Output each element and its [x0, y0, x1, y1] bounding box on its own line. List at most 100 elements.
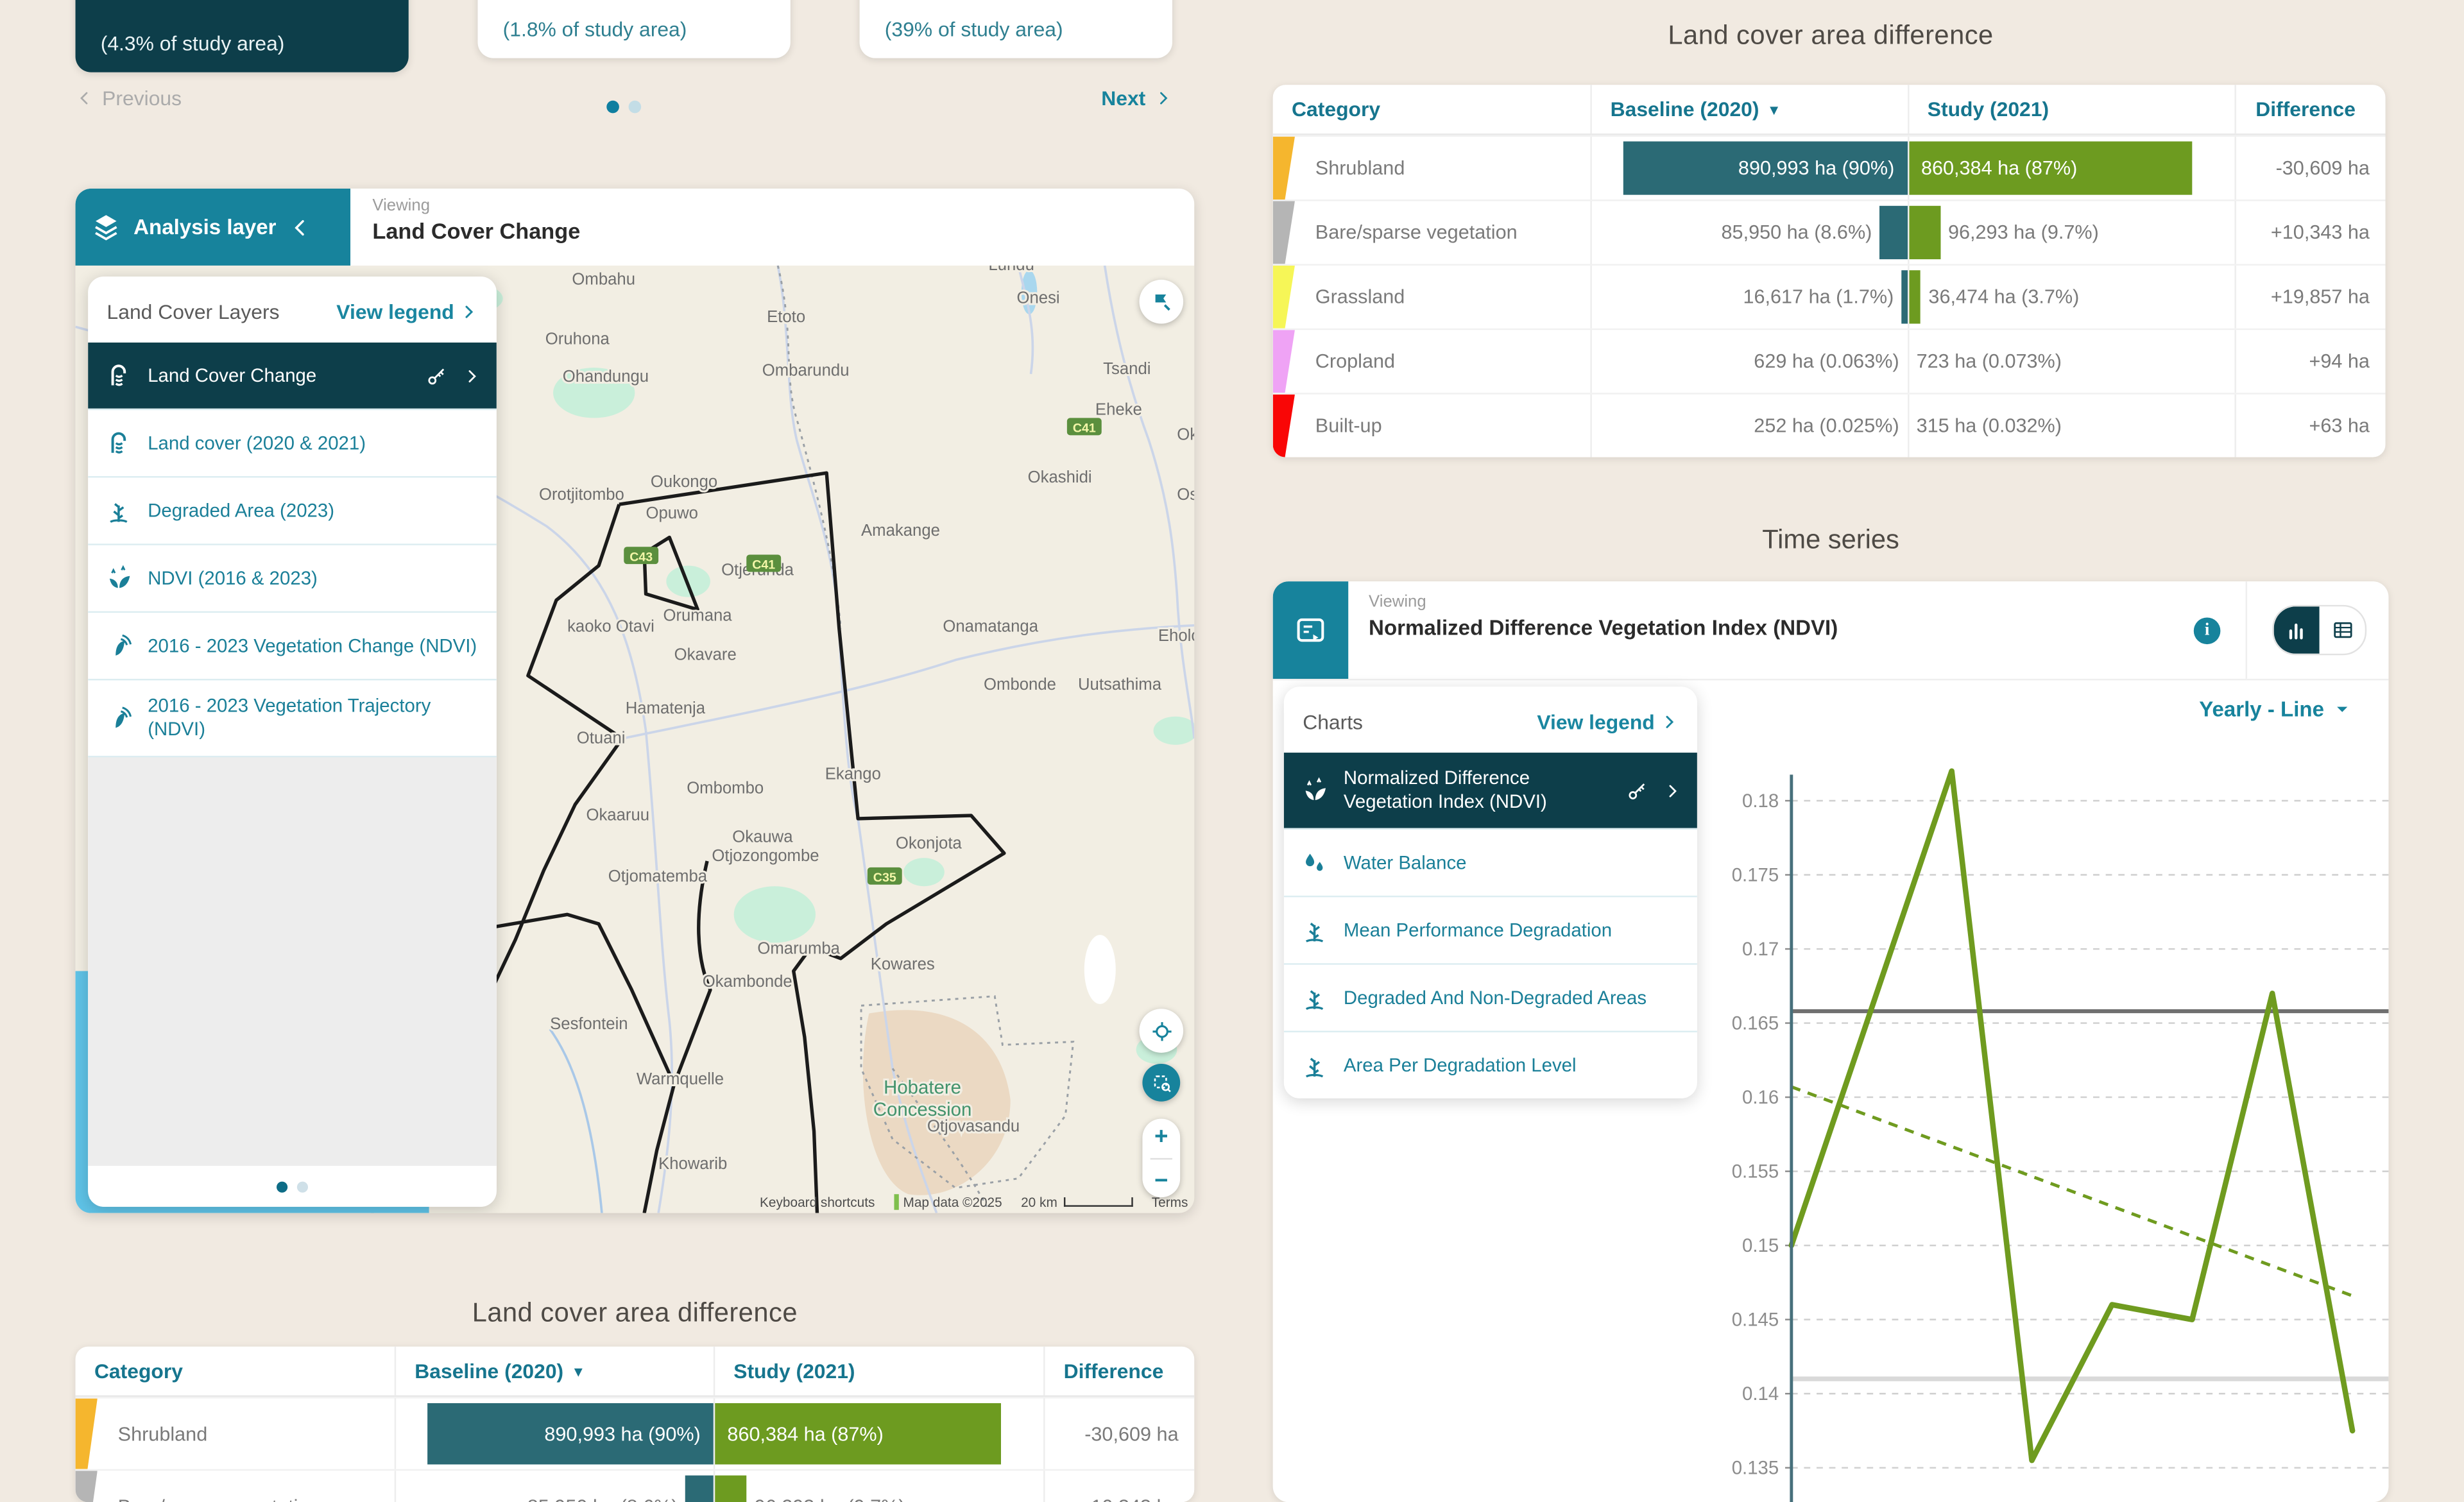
chevron-right-icon: [463, 367, 481, 384]
layer-item-4[interactable]: 2016 - 2023 Vegetation Change (NDVI): [88, 611, 497, 679]
table-row[interactable]: Shrubland890,993 ha (90%)860,384 ha (87%…: [1273, 135, 2386, 200]
map-town-label: Ombombo: [687, 780, 764, 798]
baseline-cell: 890,993 ha (90%): [1590, 137, 1907, 200]
map-town-label: Ombahu: [572, 270, 635, 288]
keyboard-shortcuts-link[interactable]: Keyboard shortcuts: [760, 1194, 875, 1209]
select-area-button[interactable]: [1142, 1064, 1180, 1102]
layer-item-3[interactable]: NDVI (2016 & 2023): [88, 543, 497, 611]
degraded-icon: [104, 496, 134, 526]
chart-item-2[interactable]: Mean Performance Degradation: [1284, 896, 1697, 963]
column-header[interactable]: Study (2021): [1907, 85, 2235, 133]
box-search-icon: [1149, 1071, 1173, 1095]
table-row[interactable]: Built-up252 ha (0.025%)315 ha (0.032%)+6…: [1273, 393, 2386, 457]
category-cell: Cropland: [1273, 330, 1590, 393]
layer-item-0-selected[interactable]: Land Cover Change: [88, 343, 497, 409]
map-town-label: Ombarundu: [762, 361, 850, 379]
chart-view-button[interactable]: [2274, 606, 2320, 653]
map-town-label: Okashidi: [1028, 468, 1092, 486]
crosshair-icon: [1148, 1018, 1175, 1045]
road-badge-label: C41: [752, 558, 775, 572]
vegchange-icon: [104, 703, 134, 733]
my-location-button[interactable]: [1140, 1009, 1184, 1053]
report-card-icon: [1294, 613, 1328, 647]
layers-icon: [91, 212, 121, 243]
category-cell: Bare/sparse vegetation: [1273, 201, 1590, 264]
map-town-label: Khowarib: [658, 1155, 727, 1173]
map-town-label: Amakange: [861, 522, 940, 540]
baseline-cell: 85,950 ha (8.6%): [394, 1471, 713, 1502]
charts-panel: Charts View legend Normalized Difference…: [1284, 687, 1697, 1098]
column-header[interactable]: Difference: [2235, 85, 2385, 133]
map-town-label: Opuwo: [646, 504, 698, 522]
ndvi-line-chart: 0.180.1750.170.1650.160.1550.150.1450.14…: [1705, 715, 2388, 1502]
category-cell: Bare/sparse vegetation: [76, 1471, 395, 1502]
baseline-cell: 252 ha (0.025%): [1590, 395, 1907, 457]
land-cover-table: CategoryBaseline (2020)▼Study (2021)Diff…: [76, 1347, 1195, 1502]
vegchange-icon: [104, 631, 134, 661]
layer-item-1[interactable]: Land cover (2020 & 2021): [88, 409, 497, 476]
layers-panel-pagination[interactable]: [88, 1166, 497, 1207]
next-button[interactable]: Next: [1101, 87, 1172, 110]
chevron-right-icon: [1664, 781, 1681, 799]
column-header[interactable]: Category: [1273, 85, 1590, 133]
column-header[interactable]: Difference: [1043, 1347, 1194, 1395]
chart-item-3[interactable]: Degraded And Non-Degraded Areas: [1284, 963, 1697, 1030]
view-legend-link[interactable]: View legend: [336, 300, 477, 324]
table-header-row: CategoryBaseline (2020)▼Study (2021)Diff…: [76, 1347, 1195, 1397]
summary-card-selected[interactable]: (4.3% of study area): [76, 0, 409, 73]
zoom-out-button[interactable]: −: [1154, 1166, 1168, 1193]
collapse-chevron-icon[interactable]: [289, 216, 311, 238]
map-town-label: Etoto: [767, 308, 805, 326]
chart-item-0-selected[interactable]: Normalized Difference Vegetation Index (…: [1284, 753, 1697, 828]
map-town-label: Otuani: [577, 729, 626, 747]
map-town-label: Okonjota: [896, 834, 963, 852]
summary-card[interactable]: (39% of study area): [860, 0, 1172, 58]
difference-cell: -30,609 ha: [1043, 1399, 1194, 1469]
table-row[interactable]: Grassland16,617 ha (1.7%)36,474 ha (3.7%…: [1273, 264, 2386, 328]
info-icon[interactable]: i: [2194, 617, 2221, 644]
table-row[interactable]: Bare/sparse vegetation85,950 ha (8.6%)96…: [1273, 200, 2386, 264]
layer-item-2[interactable]: Degraded Area (2023): [88, 476, 497, 543]
study-cell: 860,384 ha (87%): [713, 1399, 1043, 1469]
zoom-in-button[interactable]: +: [1154, 1123, 1168, 1150]
layer-item-5[interactable]: 2016 - 2023 Vegetation Trajectory (NDVI): [88, 679, 497, 756]
category-cell: Shrubland: [1273, 137, 1590, 200]
dashboard: (4.3% of study area) (1.8% of study area…: [0, 0, 2464, 1502]
time-series-header: Viewing Normalized Difference Vegetation…: [1273, 581, 2389, 680]
viewing-value: Normalized Difference Vegetation Index (…: [1369, 615, 1887, 642]
table-row[interactable]: Bare/sparse vegetation85,950 ha (8.6%)96…: [76, 1469, 1195, 1502]
column-header[interactable]: Baseline (2020)▼: [1590, 85, 1907, 133]
view-legend-link[interactable]: View legend: [1537, 710, 1678, 734]
time-series-tab[interactable]: [1273, 581, 1349, 679]
protected-area-label: Concession: [873, 1099, 972, 1120]
analysis-layer-button[interactable]: Analysis layer: [76, 189, 351, 266]
column-header[interactable]: Study (2021): [713, 1347, 1043, 1395]
land-cover-layers-panel: Land Cover Layers View legend Land Cover…: [88, 277, 497, 1207]
scale-indicator: 20 km: [1021, 1194, 1133, 1209]
area-search-button[interactable]: [1140, 280, 1184, 324]
map-town-label: Hamatenja: [626, 699, 706, 717]
difference-cell: -30,609 ha: [2235, 137, 2385, 200]
svg-text:0.155: 0.155: [1732, 1161, 1779, 1182]
table-row[interactable]: Shrubland890,993 ha (90%)860,384 ha (87%…: [76, 1397, 1195, 1469]
column-header[interactable]: Baseline (2020)▼: [394, 1347, 713, 1395]
chart-area: 0.180.1750.170.1650.160.1550.150.1450.14…: [1705, 715, 2388, 1502]
map-town-label: Otjomatemba: [608, 867, 708, 885]
svg-text:0.16: 0.16: [1742, 1087, 1779, 1108]
category-cell: Built-up: [1273, 395, 1590, 457]
summary-card[interactable]: (1.8% of study area): [477, 0, 790, 58]
baseline-cell: 890,993 ha (90%): [394, 1399, 713, 1469]
difference-cell: +10,343 ha: [2235, 201, 2385, 264]
table-row[interactable]: Cropland629 ha (0.063%)723 ha (0.073%)+9…: [1273, 329, 2386, 393]
chart-item-4[interactable]: Area Per Degradation Level: [1284, 1031, 1697, 1098]
water-icon: [1299, 848, 1330, 878]
carousel-dots[interactable]: [76, 94, 1172, 118]
table-view-button[interactable]: [2320, 606, 2365, 653]
chart-item-1[interactable]: Water Balance: [1284, 828, 1697, 896]
map-town-label: Sesfontein: [550, 1015, 628, 1033]
column-header[interactable]: Category: [76, 1347, 395, 1395]
map-town-label: Ekango: [825, 765, 881, 783]
viewing-header: Viewing Land Cover Change: [350, 189, 1194, 266]
key-icon: [1627, 778, 1650, 802]
map-town-label: Orumana: [663, 606, 732, 624]
